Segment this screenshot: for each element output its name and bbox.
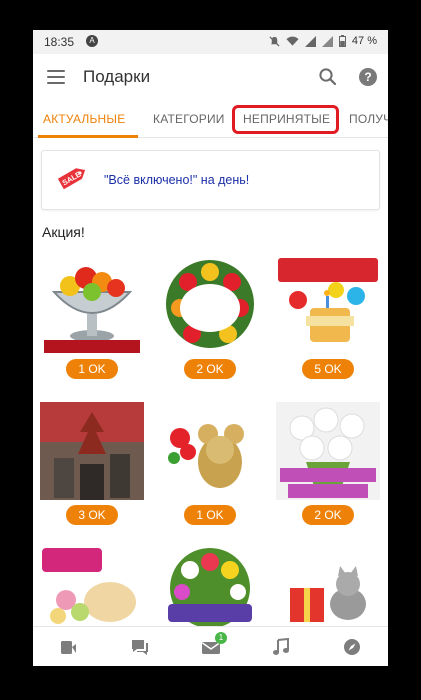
gift-card[interactable]: 2 OK xyxy=(156,256,264,379)
search-icon[interactable] xyxy=(318,67,338,87)
tab-received[interactable]: ПОЛУЧ xyxy=(349,112,388,126)
gift-price: 1 OK xyxy=(66,359,118,379)
app-screen: 18:35 A 47 % Подарки ? АКТУАЛЬНЫЕ КАТЕГО… xyxy=(33,30,388,666)
gift-card[interactable]: 1 OK xyxy=(38,256,146,379)
notification-icon: A xyxy=(86,35,98,47)
signal-icon xyxy=(304,35,316,47)
bottom-navigation: 1 xyxy=(33,626,388,666)
russia-flag-gift-image xyxy=(40,402,144,500)
status-time: 18:35 xyxy=(44,35,75,49)
music-icon xyxy=(273,638,289,655)
tab-highlight-frame xyxy=(232,105,339,134)
macarons-gift-image xyxy=(40,544,144,626)
tab-categories[interactable]: КАТЕГОРИИ xyxy=(153,112,225,126)
nav-discussions[interactable] xyxy=(104,627,175,666)
sale-tag-icon: SALE xyxy=(57,168,86,190)
hamburger-menu-icon[interactable] xyxy=(47,70,65,84)
promo-banner[interactable]: SALE "Всё включено!" на день! xyxy=(41,150,380,210)
wifi-icon xyxy=(286,36,299,46)
mute-icon xyxy=(269,35,280,47)
gift-price: 2 OK xyxy=(184,359,236,379)
kitten-gift-image xyxy=(276,544,380,626)
gift-price: 3 OK xyxy=(66,505,118,525)
nav-feed[interactable] xyxy=(33,627,104,666)
discover-icon xyxy=(344,639,360,655)
battery-icon xyxy=(338,35,346,47)
page-title: Подарки xyxy=(83,67,151,86)
app-bar: Подарки ? xyxy=(33,54,388,102)
signal-icon xyxy=(321,35,333,47)
gift-card[interactable] xyxy=(38,544,146,626)
fruit-bowl-gift-image xyxy=(40,256,144,354)
messages-badge: 1 xyxy=(215,632,227,644)
birthday-cake-gift-image xyxy=(276,256,380,354)
gift-price: 1 OK xyxy=(184,505,236,525)
promo-text: "Всё включено!" на день! xyxy=(104,173,250,187)
tab-actual[interactable]: АКТУАЛЬНЫЕ xyxy=(43,112,125,126)
nav-music[interactable] xyxy=(246,627,317,666)
section-title: Акция! xyxy=(42,224,85,240)
gift-card[interactable]: 3 OK xyxy=(38,402,146,525)
tab-bar: АКТУАЛЬНЫЕ КАТЕГОРИИ НЕПРИНЯТЫЕ ПОЛУЧ xyxy=(33,102,388,138)
gift-card[interactable]: 1 OK xyxy=(156,402,264,525)
nav-messages[interactable]: 1 xyxy=(175,627,246,666)
battery-level: 47 % xyxy=(351,35,377,47)
gift-card[interactable]: 5 OK xyxy=(274,256,382,379)
mouse-flowers-gift-image xyxy=(158,402,262,500)
nav-discover[interactable] xyxy=(317,627,388,666)
gift-card[interactable] xyxy=(156,544,264,626)
spring-flowers-gift-image xyxy=(158,544,262,626)
help-icon[interactable]: ? xyxy=(359,68,377,86)
status-bar: 18:35 A 47 % xyxy=(33,30,388,54)
white-roses-gift-image xyxy=(276,402,380,500)
gift-card[interactable] xyxy=(274,544,382,626)
gift-card[interactable]: 2 OK xyxy=(274,402,382,525)
gift-price: 2 OK xyxy=(302,505,354,525)
active-tab-indicator xyxy=(38,135,138,138)
gift-price: 5 OK xyxy=(302,359,354,379)
discussions-icon xyxy=(132,640,148,655)
feed-icon xyxy=(61,641,76,654)
roses-bouquet-gift-image xyxy=(158,256,262,354)
